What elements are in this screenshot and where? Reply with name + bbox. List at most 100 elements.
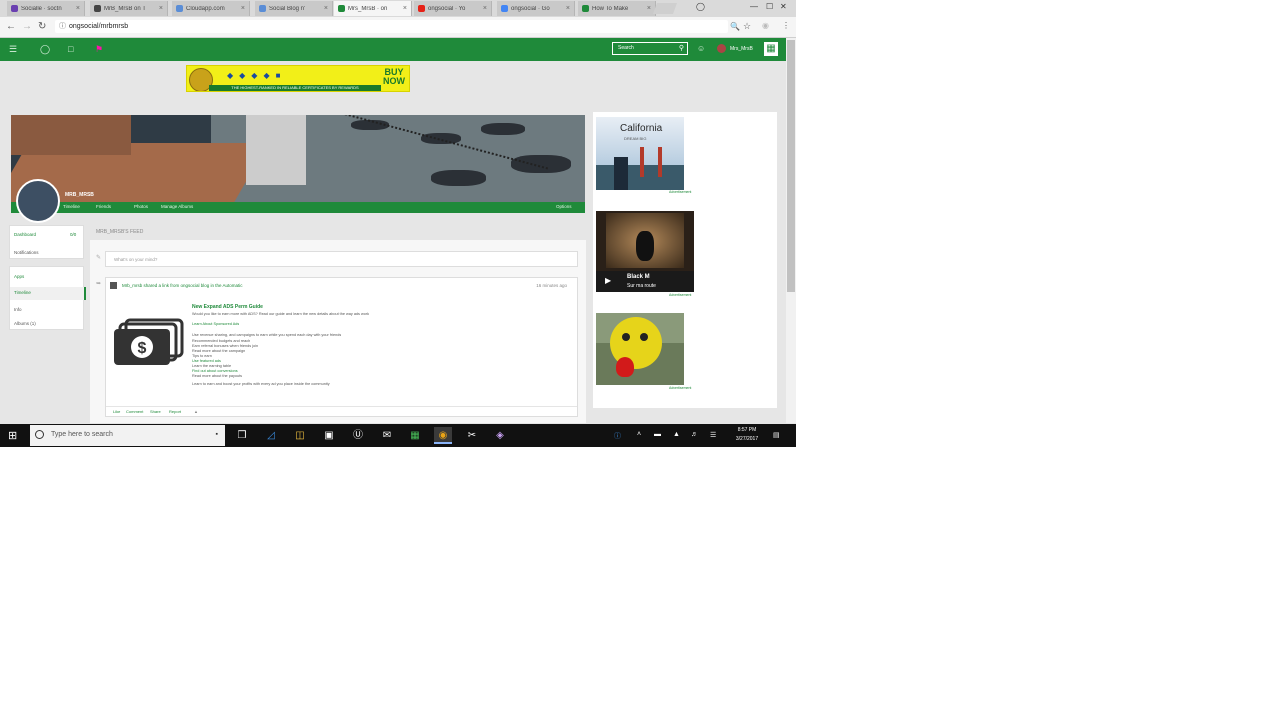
bookmark-star-icon[interactable]: ☆ [743,21,751,32]
post-line[interactable]: Use featured ads [192,359,221,363]
extension-icon[interactable]: ◉ [762,21,769,30]
tab-close-icon[interactable]: × [647,5,651,12]
sidebar-item-timeline[interactable]: Timeline [10,287,86,300]
windows-taskbar: ⊞ Type here to search ▪ ❒ ◿ ◫ ▣ Ⓤ ✉ ▦ ◉ … [0,424,796,447]
tab-close-icon[interactable]: × [324,5,328,12]
minimize-button[interactable]: — [750,2,758,11]
browser-tab[interactable]: Social Blog n' × [255,1,333,16]
user-avatar[interactable] [717,44,726,53]
post-title[interactable]: New Expand ADS Perm Guide [192,304,263,310]
comment-button[interactable]: Comment [126,409,143,414]
browser-tab[interactable]: ongsocial · Yo × [414,1,492,16]
post-header[interactable]: Mrb_mrsb shared a link from ongsocial bl… [122,283,243,288]
sidebar-item-label: Timeline [14,290,31,295]
profile-avatar[interactable] [16,179,60,223]
cover-nav-bar: Timeline Friends Photos Manage Albums Op… [11,202,585,213]
sidebar-item-dashboard[interactable]: Dashboard [14,232,36,237]
browser-menu-icon[interactable]: ⋮ [782,21,790,30]
tab-close-icon[interactable]: × [241,5,245,12]
post-share-icon[interactable]: ➥ [96,280,101,287]
messages-icon[interactable]: □ [68,44,73,54]
tab-favicon-icon [582,5,589,12]
post-line[interactable]: Learn About Sponsored Ads [192,322,239,326]
status-input[interactable]: What's on your mind? [105,251,578,267]
share-button[interactable]: Share [150,409,161,414]
network-icon[interactable]: ▲ [673,431,680,438]
reload-icon[interactable]: ↻ [38,21,46,32]
cover-link-photos[interactable]: Photos [134,204,148,209]
show-hidden-icons-icon[interactable]: ˄ [637,431,641,438]
sidebar-item-notifications[interactable]: Notifications [14,250,39,255]
maximize-button[interactable]: ☐ [766,2,773,11]
tab-title: Social Blog n' [269,5,306,12]
header-username[interactable]: Mrs_MrsB [730,46,753,52]
mail-icon[interactable]: ✉ [378,427,396,444]
sidebar-item-info[interactable]: Info [14,307,22,312]
microphone-icon[interactable]: ▪ [216,431,218,438]
tab-close-icon[interactable]: × [159,5,163,12]
post-line[interactable]: Find out about conversions [192,369,238,373]
play-icon[interactable]: ▶ [605,276,611,285]
volume-icon[interactable]: ♬ [691,431,698,438]
browser-tab[interactable]: MrB_MrsB on T × [90,1,168,16]
tab-close-icon[interactable]: × [483,5,487,12]
zoom-icon[interactable]: 🔍 [730,22,740,31]
url-input[interactable]: ⓘ ongsocial/mrbmrsb [55,20,728,33]
scrollbar-thumb[interactable] [787,40,795,292]
cover-link-manage-albums[interactable]: Manage Albums [161,204,193,209]
ad-banner[interactable]: ◆◆◆◆■ THE HIGHEST-RANKED IN RELIABLE CER… [186,65,410,92]
browser-tab[interactable]: Mrs_MrsB · on × [334,1,412,16]
ad-california[interactable]: California DREAM BIG [596,117,684,190]
feed-title: MRB_MRSB'S FEED [96,229,144,235]
battery-icon[interactable]: ▬ [654,431,661,438]
spreadsheet-app-icon[interactable]: ▦ [406,427,424,444]
hamburger-menu-icon[interactable]: ☰ [9,44,17,55]
ad-buy-now-button[interactable]: BUY NOW [379,68,409,86]
forward-icon[interactable]: → [22,21,32,32]
paint-app-icon[interactable]: ◈ [491,427,509,444]
taskbar-clock[interactable]: 8:57 PM 3/27/2017 [726,426,768,444]
page-scrollbar[interactable] [786,38,796,423]
friends-icon[interactable]: ☺ [697,44,705,53]
cover-options-link[interactable]: Options [556,204,572,209]
post-author-avatar[interactable] [110,282,117,289]
snipping-tool-icon[interactable]: ✂ [463,427,481,444]
back-icon[interactable]: ← [6,21,16,32]
cover-link-timeline[interactable]: Timeline [63,204,80,209]
tab-close-icon[interactable]: × [403,5,407,12]
keyboard-icon[interactable]: ☰ [710,431,716,439]
taskbar-search-input[interactable]: Type here to search ▪ [30,425,225,446]
site-search-input[interactable]: Search ⚲ [612,42,688,55]
store-icon[interactable]: ▣ [320,427,338,444]
amazon-icon[interactable]: Ⓤ [349,427,367,444]
browser-tab[interactable]: ongsocial · Go × [497,1,575,16]
action-center-icon[interactable]: ▤ [773,431,780,439]
edge-browser-icon[interactable]: ◿ [262,427,280,444]
task-view-icon[interactable]: ❒ [233,427,251,444]
cover-link-friends[interactable]: Friends [96,204,111,209]
notifications-icon[interactable]: ◯ [40,44,50,55]
flag-icon[interactable]: ⚑ [95,44,103,55]
chrome-browser-icon[interactable]: ◉ [434,427,452,444]
new-tab-button[interactable] [652,3,678,14]
search-icon[interactable]: ⚲ [679,43,684,54]
browser-tab[interactable]: Socialle · soctn × [7,1,85,16]
windows-start-icon[interactable]: ⊞ [8,429,17,442]
like-button[interactable]: Like [113,409,120,414]
cover-photo: Timeline Friends Photos Manage Albums Op… [11,115,585,213]
ad-black-m[interactable]: ▶ Black M Sur ma route [596,211,694,292]
browser-tab[interactable]: How To Make × [578,1,656,16]
report-button[interactable]: Report [169,409,181,414]
ad-emoji[interactable] [596,313,684,385]
close-window-button[interactable]: ✕ [780,2,787,11]
browser-tab[interactable]: Cloudapp.com × [172,1,250,16]
sidebar-item-albums[interactable]: Albums (1) [14,321,36,326]
file-explorer-icon[interactable]: ◫ [291,427,309,444]
profile-icon[interactable]: ◯ [696,2,705,11]
help-icon[interactable]: ⓘ [614,431,621,441]
tab-close-icon[interactable]: × [566,5,570,12]
tab-close-icon[interactable]: × [76,5,80,12]
site-app-menu-icon[interactable]: ▦ [764,42,778,56]
post-type-icon[interactable]: ✎ [96,254,101,261]
cortana-icon [35,430,44,439]
